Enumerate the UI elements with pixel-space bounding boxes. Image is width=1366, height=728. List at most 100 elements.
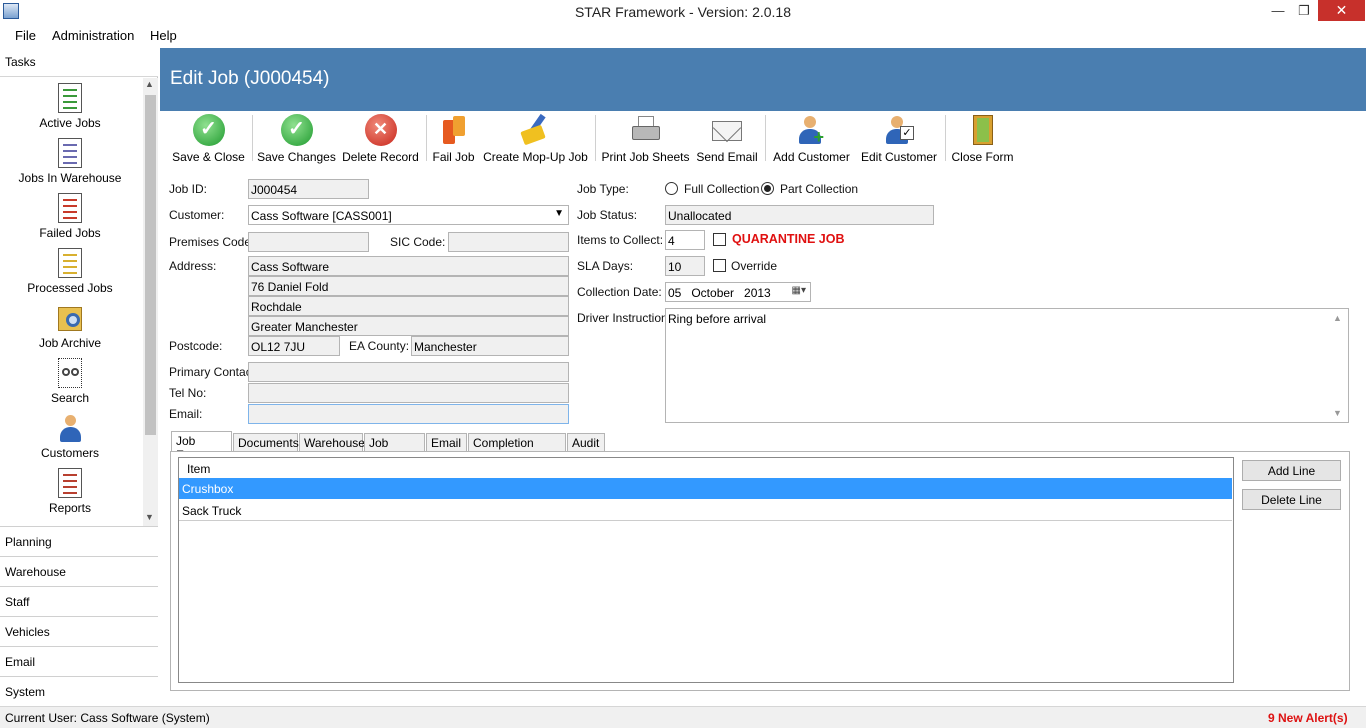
tab-documents[interactable]: Documents [233, 433, 299, 451]
part-collection-label: Part Collection [780, 182, 859, 196]
tel-no-field[interactable] [248, 383, 569, 403]
tab-completion-details[interactable]: Completion Details [468, 433, 566, 464]
save-changes-button[interactable]: ✓ Save Changes [257, 112, 336, 164]
toolbar-label: Fail Job [432, 150, 475, 164]
grid-column-header[interactable]: Item [179, 458, 1232, 479]
nav-vehicles[interactable]: Vehicles [0, 616, 158, 646]
menu-administration[interactable]: Administration [52, 28, 134, 43]
postcode-label: Postcode: [169, 339, 223, 353]
address-line-4[interactable]: Greater Manchester [248, 316, 569, 336]
scrollbar-thumb[interactable] [145, 95, 156, 435]
override-checkbox[interactable] [713, 259, 726, 272]
menu-bar [0, 24, 1366, 46]
save-close-icon: ✓ [192, 114, 225, 146]
close-form-button[interactable]: Close Form [950, 112, 1015, 164]
toolbar-label: Close Form [951, 150, 1014, 164]
task-label: Job Archive [38, 336, 102, 350]
address-line-1[interactable]: Cass Software [248, 256, 569, 276]
calendar-icon[interactable]: ▦▾ [792, 285, 806, 296]
items-to-collect-field[interactable]: 4 [665, 230, 705, 250]
nav-planning[interactable]: Planning [0, 526, 158, 556]
delete-line-button[interactable]: Delete Line [1242, 489, 1341, 510]
address-line-2[interactable]: 76 Daniel Fold [248, 276, 569, 296]
customer-label: Customer: [169, 208, 225, 222]
textarea-scroll-down-icon[interactable]: ▼ [1333, 408, 1342, 418]
create-mop-up-job-button[interactable]: Create Mop-Up Job [482, 112, 589, 164]
task-jobs-in-warehouse[interactable]: Jobs In Warehouse [0, 138, 140, 185]
scroll-down-icon[interactable]: ▼ [145, 512, 154, 522]
quarantine-checkbox[interactable] [713, 233, 726, 246]
tab-job-notes[interactable]: Job Notes [364, 433, 425, 464]
close-form-icon [967, 114, 999, 146]
save-close-button[interactable]: ✓ Save & Close [170, 112, 247, 164]
email-field[interactable] [248, 404, 569, 424]
primary-contact-label: Primary Contact: [169, 365, 259, 379]
fail-job-button[interactable]: Fail Job [431, 112, 476, 164]
alerts-badge[interactable]: 9 New Alert(s) [1268, 711, 1348, 725]
close-window-button[interactable]: ✕ [1318, 0, 1365, 21]
postcode-field[interactable]: OL12 7JU [248, 336, 340, 356]
active-jobs-icon [58, 83, 82, 113]
driver-instruction-textarea[interactable]: Ring before arrival [665, 308, 1349, 423]
job-status-field: Unallocated [665, 205, 934, 225]
tel-no-label: Tel No: [169, 386, 207, 400]
add-customer-button[interactable]: + Add Customer [770, 112, 853, 164]
override-label: Override [731, 259, 778, 273]
menu-help[interactable]: Help [150, 28, 177, 43]
toolbar-label: Edit Customer [860, 150, 938, 164]
ea-county-field[interactable]: Manchester [411, 336, 569, 356]
maximize-button[interactable]: ❐ [1290, 0, 1318, 22]
textarea-scroll-up-icon[interactable]: ▲ [1333, 313, 1342, 323]
edit-customer-button[interactable]: ✓ Edit Customer [858, 112, 940, 164]
task-job-archive[interactable]: Job Archive [0, 303, 140, 350]
task-label: Search [50, 391, 90, 405]
send-email-button[interactable]: Send Email [695, 112, 759, 164]
email-label: Email: [169, 407, 203, 421]
collection-date-picker[interactable]: 05 October 2013 ▦▾ [665, 282, 811, 302]
form-header [160, 48, 1366, 111]
premises-code-field[interactable] [248, 232, 369, 252]
customer-select[interactable]: Cass Software [CASS001] ▼ [248, 205, 569, 225]
tab-job-extras[interactable]: Job Extras [171, 431, 232, 462]
task-search[interactable]: Search [0, 358, 140, 405]
job-status-label: Job Status: [577, 208, 638, 222]
nav-email[interactable]: Email [0, 646, 158, 676]
print-job-sheets-button[interactable]: Print Job Sheets [601, 112, 690, 164]
scroll-up-icon[interactable]: ▲ [145, 79, 154, 89]
task-label: Failed Jobs [39, 226, 101, 240]
full-collection-radio[interactable] [665, 182, 678, 195]
tab-email[interactable]: Email [426, 433, 467, 451]
task-processed-jobs[interactable]: Processed Jobs [0, 248, 140, 295]
delete-record-button[interactable]: ✕ Delete Record [341, 112, 420, 164]
toolbar-label: Add Customer [773, 150, 850, 164]
nav-staff[interactable]: Staff [0, 586, 158, 616]
toolbar-label: Send Email [696, 150, 758, 164]
toolbar-label: Save & Close [172, 150, 245, 164]
task-customers[interactable]: Customers [0, 413, 140, 460]
menu-file[interactable]: File [15, 28, 36, 43]
job-archive-icon [58, 303, 82, 333]
tab-audit[interactable]: Audit [567, 433, 605, 451]
primary-contact-field[interactable] [248, 362, 569, 382]
task-label: Processed Jobs [27, 281, 113, 295]
minimize-button[interactable]: — [1264, 0, 1292, 22]
tab-warehouse[interactable]: Warehouse [299, 433, 365, 451]
toolbar-separator [765, 115, 766, 161]
customers-icon [58, 413, 82, 443]
processed-jobs-icon [58, 248, 82, 278]
address-line-3[interactable]: Rochdale [248, 296, 569, 316]
task-failed-jobs[interactable]: Failed Jobs [0, 193, 140, 240]
task-reports[interactable]: Reports [0, 468, 140, 515]
grid-row[interactable]: Sack Truck [179, 500, 1232, 521]
part-collection-radio[interactable] [761, 182, 774, 195]
task-active-jobs[interactable]: Active Jobs [0, 83, 140, 130]
add-line-button[interactable]: Add Line [1242, 460, 1341, 481]
save-changes-icon: ✓ [280, 114, 313, 146]
nav-warehouse[interactable]: Warehouse [0, 556, 158, 586]
tasks-header[interactable]: Tasks [0, 47, 158, 77]
toolbar-label: Save Changes [257, 150, 336, 164]
task-label: Customers [40, 446, 99, 460]
sic-code-field[interactable] [448, 232, 569, 252]
grid-row[interactable]: Crushbox [179, 478, 1232, 499]
nav-system[interactable]: System [0, 676, 158, 706]
